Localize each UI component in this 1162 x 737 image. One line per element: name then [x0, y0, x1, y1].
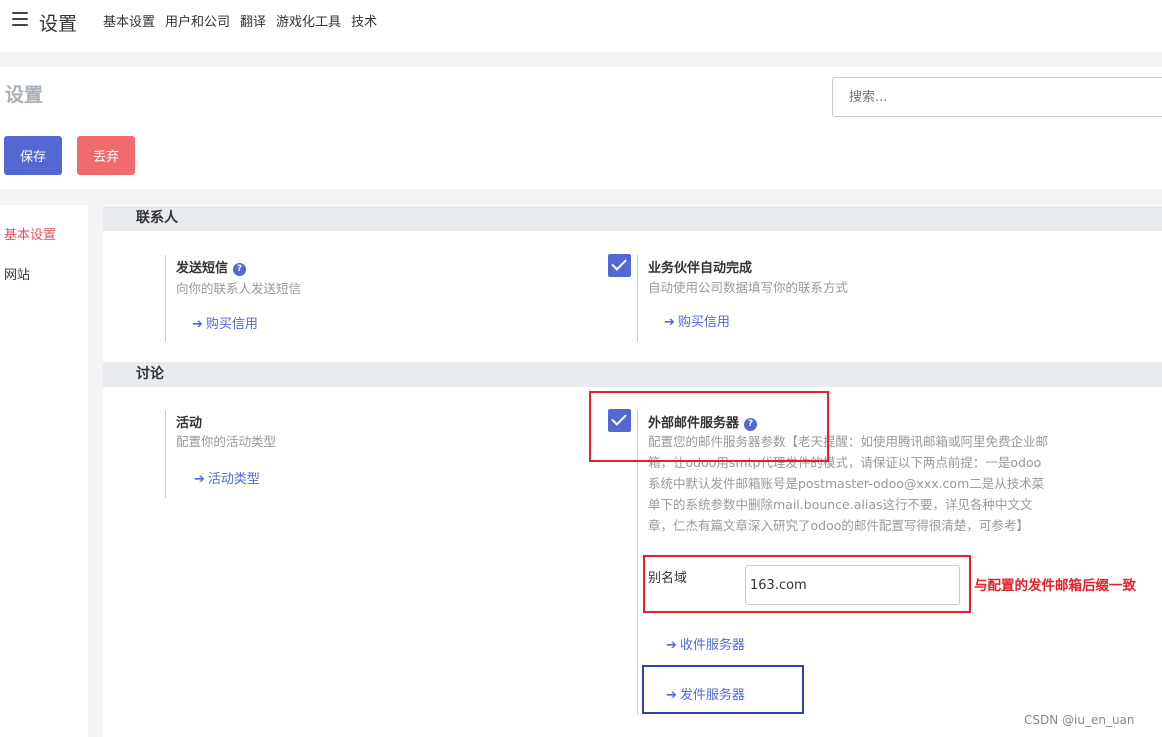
arrow-right-icon: ➔: [192, 317, 203, 332]
settings-sidebar: 基本设置 网站: [0, 205, 88, 737]
help-icon[interactable]: ?: [233, 263, 247, 276]
top-nav-menu: 基本设置 用户和公司 翻译 游戏化工具 技术: [103, 11, 377, 30]
app-title[interactable]: 设置: [39, 9, 77, 36]
hamburger-menu-icon[interactable]: [12, 12, 28, 26]
nav-item-gamification[interactable]: 游戏化工具: [276, 11, 341, 30]
page-title: 设置: [5, 84, 44, 106]
partner-autocomplete-checkbox[interactable]: [608, 254, 631, 277]
incoming-mail-servers-link[interactable]: ➔ 收件服务器: [666, 634, 745, 653]
annotation-note: 与配置的发件邮箱后缀一致: [974, 578, 1136, 594]
setting-desc-activities: 配置你的活动类型: [176, 434, 277, 449]
setting-title-send-sms: 发送短信?: [176, 257, 247, 276]
section-title-discuss: 讨论: [103, 362, 1162, 387]
section-title-contacts: 联系人: [103, 206, 1162, 231]
arrow-right-icon: ➔: [664, 315, 675, 330]
setting-desc-partner-autocomplete: 自动使用公司数据填写你的联系方式: [648, 280, 849, 295]
setting-title-partner-autocomplete: 业务伙伴自动完成: [648, 261, 753, 276]
control-panel: 设置 保存 丢弃: [0, 67, 1162, 189]
save-button[interactable]: 保存: [4, 136, 62, 175]
setting-divider: [165, 255, 166, 342]
top-navbar: 设置 基本设置 用户和公司 翻译 游戏化工具 技术: [0, 0, 1162, 52]
arrow-right-icon: ➔: [666, 638, 677, 653]
annotation-highlight-box: [643, 555, 971, 613]
setting-divider: [165, 410, 166, 498]
annotation-highlight-box: [642, 665, 804, 714]
buy-credits-link[interactable]: ➔ 购买信用: [664, 311, 730, 330]
nav-item-technical[interactable]: 技术: [351, 11, 377, 30]
sidebar-item-website[interactable]: 网站: [4, 264, 30, 283]
arrow-right-icon: ➔: [194, 472, 205, 487]
nav-item-translations[interactable]: 翻译: [240, 11, 266, 30]
nav-item-users-companies[interactable]: 用户和公司: [165, 11, 230, 30]
settings-sheet: 联系人 发送短信? 向你的联系人发送短信 ➔ 购买信用 业务伙伴自动完成 自动使用…: [103, 205, 1162, 737]
annotation-highlight-box: [589, 391, 829, 462]
nav-item-general-settings[interactable]: 基本设置: [103, 11, 155, 30]
sidebar-item-general-settings[interactable]: 基本设置: [4, 224, 56, 243]
buy-credits-link[interactable]: ➔ 购买信用: [192, 313, 258, 332]
discard-button[interactable]: 丢弃: [77, 136, 135, 175]
setting-desc-send-sms: 向你的联系人发送短信: [176, 281, 302, 296]
activity-types-link[interactable]: ➔ 活动类型: [194, 468, 260, 487]
setting-title-activities: 活动: [176, 416, 203, 431]
setting-divider: [637, 255, 638, 342]
search-input[interactable]: [832, 77, 1162, 117]
watermark: CSDN @iu_en_uan: [1024, 713, 1135, 727]
